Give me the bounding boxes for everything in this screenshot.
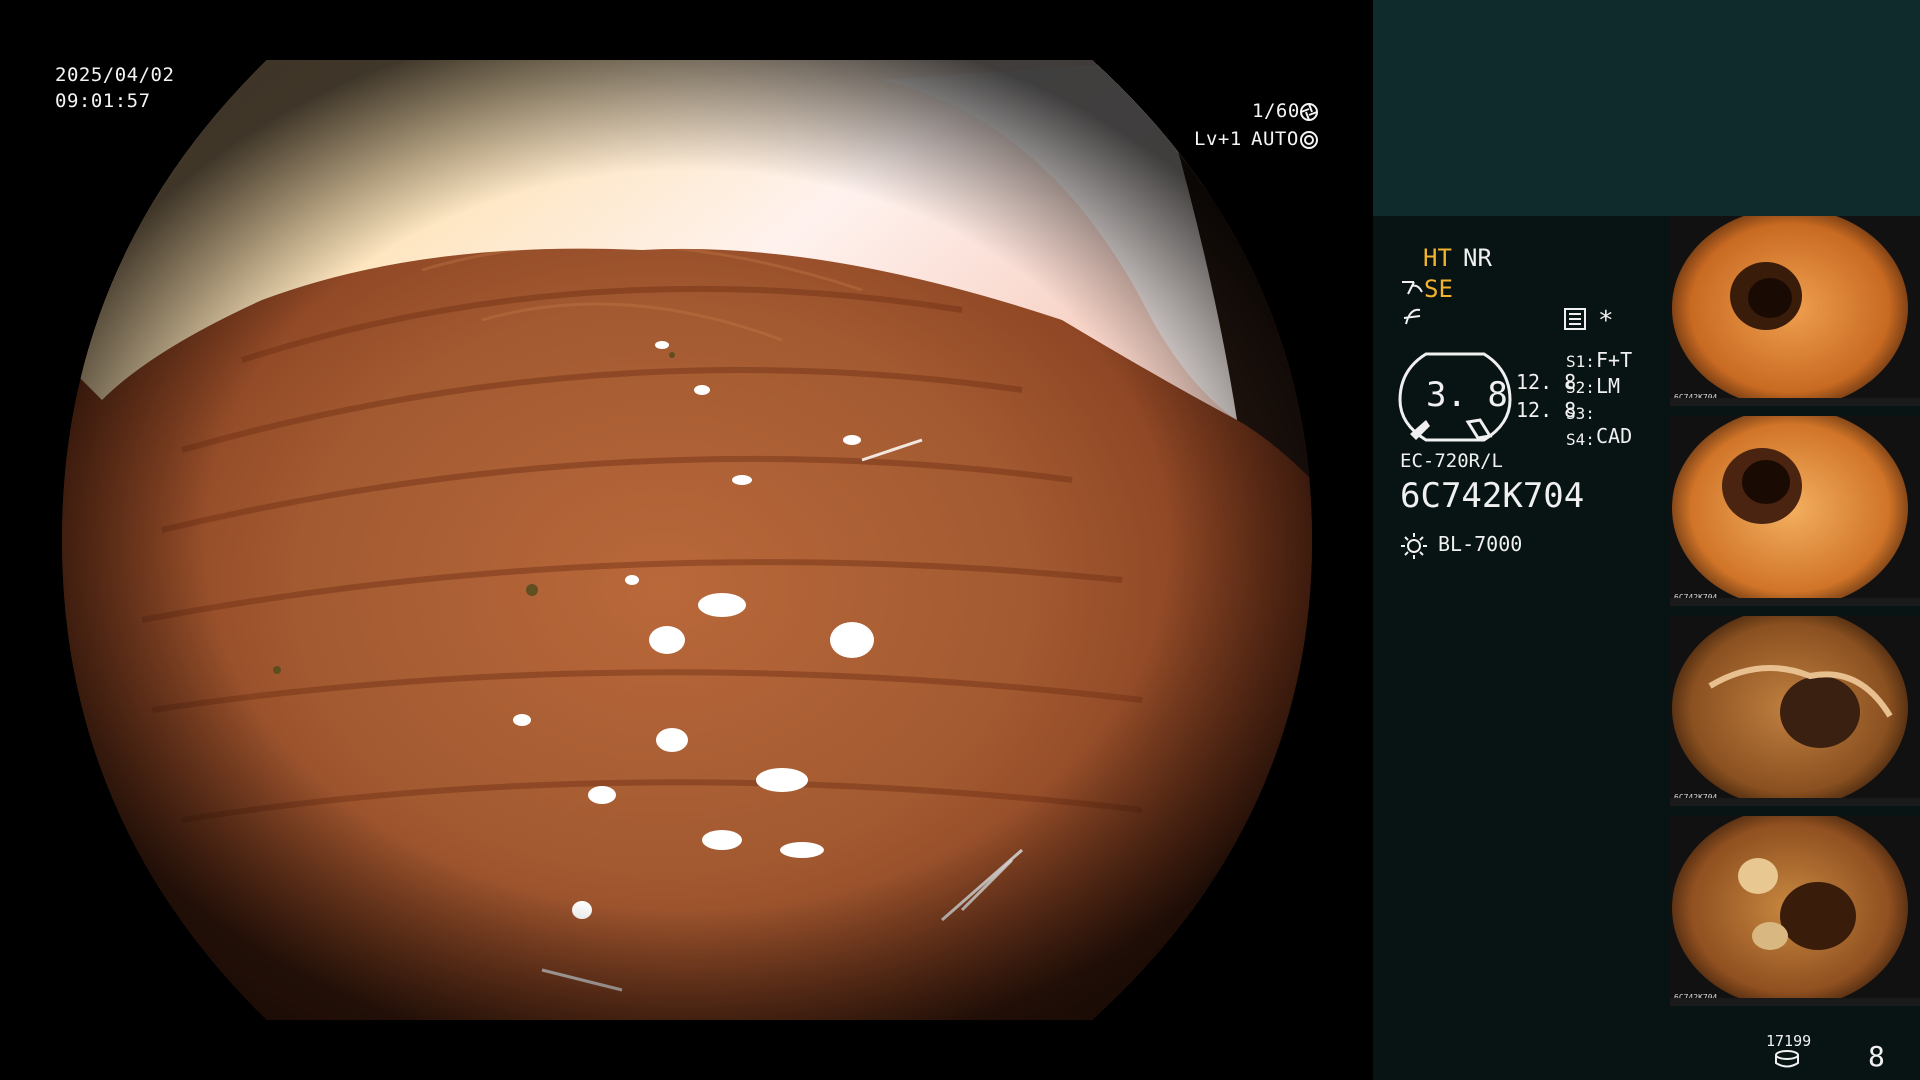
se-indicator: SE: [1424, 275, 1453, 303]
image-count: 8: [1868, 1040, 1885, 1073]
asterisk-indicator: *: [1598, 306, 1614, 336]
light-source-label: BL-7000: [1438, 532, 1523, 556]
s1-value: F+T: [1596, 348, 1633, 372]
captured-image-3[interactable]: 6C742K704: [1670, 616, 1920, 806]
ht-indicator: HT: [1423, 244, 1452, 272]
s4-value: CAD: [1596, 424, 1633, 448]
panel-header-area: [1373, 0, 1920, 216]
nr-indicator: NR: [1463, 244, 1492, 272]
level-label: Lv+1: [1194, 128, 1242, 150]
thumb-strip: [1670, 398, 1920, 406]
aperture-icon: [1299, 102, 1319, 126]
time-label: 09:01:57: [55, 90, 151, 112]
light-source-icon: [1400, 532, 1428, 564]
shutter-label: 1/60: [1252, 100, 1300, 122]
s2-value: LM: [1596, 374, 1621, 398]
storage-icon: [1774, 1050, 1800, 1072]
captured-image-1[interactable]: 6C742K704: [1670, 216, 1920, 406]
s1-key: S1:: [1566, 352, 1595, 371]
s3-key: S3:: [1566, 404, 1595, 423]
date-label: 2025/04/02: [55, 64, 175, 86]
gauge-value: 3. 8: [1426, 375, 1508, 415]
scope-model: EC-720R/L: [1400, 450, 1503, 472]
s4-key: S4:: [1566, 430, 1595, 449]
captured-image-4[interactable]: 6C742K704: [1670, 816, 1920, 1006]
endoscope-view: 2025/04/02 09:01:57 1/60 Lv+1 AUTO: [0, 0, 1373, 1080]
scope-serial: 6C742K704: [1400, 476, 1585, 516]
structure-enhance-icon: [1400, 276, 1424, 302]
endoscopic-image: [62, 60, 1312, 1020]
record-count: 17199: [1766, 1032, 1812, 1050]
freeze-curve-icon: [1402, 306, 1424, 332]
s2-key: S2:: [1566, 378, 1595, 397]
thumb-strip: [1670, 998, 1920, 1006]
mode-label: AUTO: [1251, 128, 1299, 150]
thumb-strip: [1670, 798, 1920, 806]
thumb-strip: [1670, 598, 1920, 606]
settings-list-icon: [1564, 308, 1586, 334]
captured-image-2[interactable]: 6C742K704: [1670, 416, 1920, 606]
auto-iris-icon: [1299, 130, 1319, 154]
